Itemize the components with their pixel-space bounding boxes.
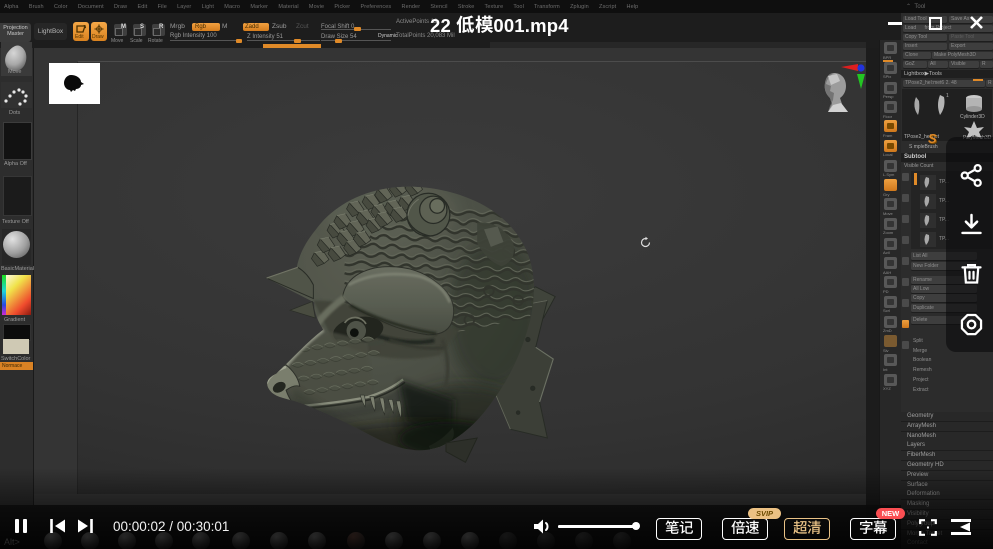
svg-text:Cylinder3D: Cylinder3D xyxy=(960,114,985,120)
svg-text:1: 1 xyxy=(946,93,949,99)
